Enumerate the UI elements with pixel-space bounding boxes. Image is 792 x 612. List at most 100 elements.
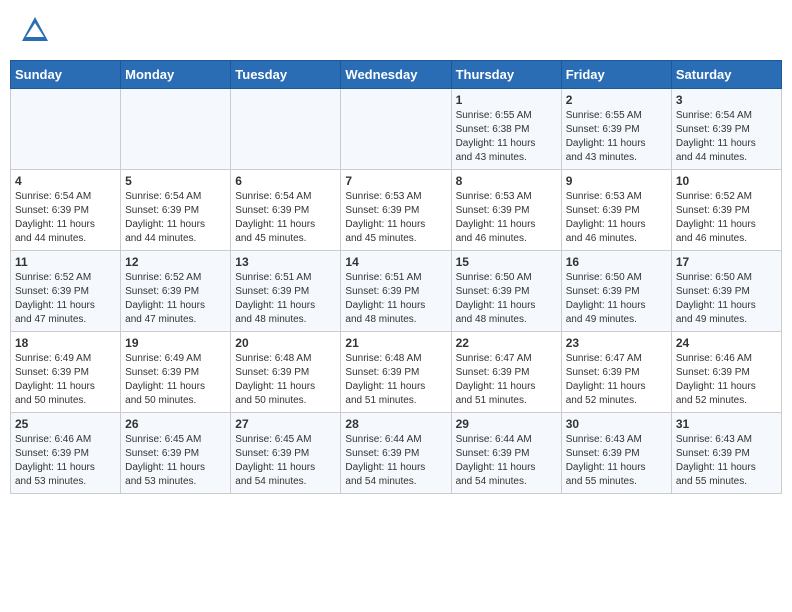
day-info: Sunrise: 6:55 AM Sunset: 6:39 PM Dayligh… (566, 110, 646, 163)
calendar-cell: 11 Sunrise: 6:52 AM Sunset: 6:39 PM Dayli… (11, 251, 121, 332)
calendar-cell: 26 Sunrise: 6:45 AM Sunset: 6:39 PM Dayli… (121, 413, 231, 494)
calendar-cell: 5 Sunrise: 6:54 AM Sunset: 6:39 PM Daylig… (121, 170, 231, 251)
calendar-cell: 13 Sunrise: 6:51 AM Sunset: 6:39 PM Dayli… (231, 251, 341, 332)
page-header (10, 10, 782, 50)
calendar-week-row: 18 Sunrise: 6:49 AM Sunset: 6:39 PM Dayli… (11, 332, 782, 413)
day-info: Sunrise: 6:55 AM Sunset: 6:38 PM Dayligh… (456, 110, 536, 163)
day-number: 29 (456, 417, 557, 431)
calendar-cell: 31 Sunrise: 6:43 AM Sunset: 6:39 PM Dayli… (671, 413, 781, 494)
calendar-cell: 27 Sunrise: 6:45 AM Sunset: 6:39 PM Dayli… (231, 413, 341, 494)
weekday-header-thursday: Thursday (451, 61, 561, 89)
calendar-cell: 7Sunrise: 6:53 AM Sunset: 6:39 PM Daylig… (341, 170, 451, 251)
day-number: 10 (676, 174, 777, 188)
day-info: Sunrise: 6:47 AM Sunset: 6:39 PM Dayligh… (566, 353, 646, 406)
day-number: 13 (235, 255, 336, 269)
weekday-header-sunday: Sunday (11, 61, 121, 89)
day-number: 30 (566, 417, 667, 431)
day-number: 15 (456, 255, 557, 269)
day-info: Sunrise: 6:46 AM Sunset: 6:39 PM Dayligh… (15, 434, 95, 487)
calendar-cell: 21 Sunrise: 6:48 AM Sunset: 6:39 PM Dayli… (341, 332, 451, 413)
weekday-header-friday: Friday (561, 61, 671, 89)
day-info: Sunrise: 6:50 AM Sunset: 6:39 PM Dayligh… (456, 272, 536, 325)
day-number: 4 (15, 174, 116, 188)
day-number: 20 (235, 336, 336, 350)
day-info: Sunrise: 6:53 AM Sunset: 6:39 PM Dayligh… (345, 191, 425, 244)
day-info: Sunrise: 6:51 AM Sunset: 6:39 PM Dayligh… (345, 272, 425, 325)
calendar-cell: 20 Sunrise: 6:48 AM Sunset: 6:39 PM Dayli… (231, 332, 341, 413)
calendar-cell: 18 Sunrise: 6:49 AM Sunset: 6:39 PM Dayli… (11, 332, 121, 413)
calendar-cell: 30Sunrise: 6:43 AM Sunset: 6:39 PM Dayli… (561, 413, 671, 494)
calendar-cell: 14 Sunrise: 6:51 AM Sunset: 6:39 PM Dayli… (341, 251, 451, 332)
day-number: 31 (676, 417, 777, 431)
day-info: Sunrise: 6:48 AM Sunset: 6:39 PM Dayligh… (345, 353, 425, 406)
day-info: Sunrise: 6:52 AM Sunset: 6:39 PM Dayligh… (15, 272, 95, 325)
day-info: Sunrise: 6:51 AM Sunset: 6:39 PM Dayligh… (235, 272, 315, 325)
calendar-cell (121, 89, 231, 170)
day-number: 6 (235, 174, 336, 188)
calendar-cell: 28 Sunrise: 6:44 AM Sunset: 6:39 PM Dayli… (341, 413, 451, 494)
calendar-week-row: 25 Sunrise: 6:46 AM Sunset: 6:39 PM Dayli… (11, 413, 782, 494)
day-info: Sunrise: 6:50 AM Sunset: 6:39 PM Dayligh… (676, 272, 756, 325)
day-number: 2 (566, 93, 667, 107)
weekday-header-wednesday: Wednesday (341, 61, 451, 89)
day-info: Sunrise: 6:50 AM Sunset: 6:39 PM Dayligh… (566, 272, 646, 325)
calendar-table: SundayMondayTuesdayWednesdayThursdayFrid… (10, 60, 782, 494)
day-info: Sunrise: 6:49 AM Sunset: 6:39 PM Dayligh… (15, 353, 95, 406)
day-info: Sunrise: 6:47 AM Sunset: 6:39 PM Dayligh… (456, 353, 536, 406)
day-info: Sunrise: 6:54 AM Sunset: 6:39 PM Dayligh… (15, 191, 95, 244)
day-info: Sunrise: 6:48 AM Sunset: 6:39 PM Dayligh… (235, 353, 315, 406)
calendar-cell: 3 Sunrise: 6:54 AM Sunset: 6:39 PM Daylig… (671, 89, 781, 170)
calendar-cell: 1 Sunrise: 6:55 AM Sunset: 6:38 PM Daylig… (451, 89, 561, 170)
calendar-cell (231, 89, 341, 170)
day-info: Sunrise: 6:44 AM Sunset: 6:39 PM Dayligh… (456, 434, 536, 487)
day-number: 17 (676, 255, 777, 269)
day-info: Sunrise: 6:52 AM Sunset: 6:39 PM Dayligh… (676, 191, 756, 244)
day-info: Sunrise: 6:46 AM Sunset: 6:39 PM Dayligh… (676, 353, 756, 406)
day-info: Sunrise: 6:53 AM Sunset: 6:39 PM Dayligh… (456, 191, 536, 244)
calendar-cell: 19Sunrise: 6:49 AM Sunset: 6:39 PM Dayli… (121, 332, 231, 413)
calendar-cell (341, 89, 451, 170)
calendar-week-row: 4 Sunrise: 6:54 AM Sunset: 6:39 PM Daylig… (11, 170, 782, 251)
day-number: 3 (676, 93, 777, 107)
day-number: 26 (125, 417, 226, 431)
calendar-cell: 10 Sunrise: 6:52 AM Sunset: 6:39 PM Dayli… (671, 170, 781, 251)
day-info: Sunrise: 6:52 AM Sunset: 6:39 PM Dayligh… (125, 272, 205, 325)
day-info: Sunrise: 6:54 AM Sunset: 6:39 PM Dayligh… (125, 191, 205, 244)
day-number: 18 (15, 336, 116, 350)
weekday-header-tuesday: Tuesday (231, 61, 341, 89)
calendar-cell: 23Sunrise: 6:47 AM Sunset: 6:39 PM Dayli… (561, 332, 671, 413)
calendar-cell: 4 Sunrise: 6:54 AM Sunset: 6:39 PM Daylig… (11, 170, 121, 251)
calendar-cell: 24 Sunrise: 6:46 AM Sunset: 6:39 PM Dayli… (671, 332, 781, 413)
day-info: Sunrise: 6:44 AM Sunset: 6:39 PM Dayligh… (345, 434, 425, 487)
calendar-cell: 29 Sunrise: 6:44 AM Sunset: 6:39 PM Dayli… (451, 413, 561, 494)
calendar-cell: 17 Sunrise: 6:50 AM Sunset: 6:39 PM Dayli… (671, 251, 781, 332)
day-number: 1 (456, 93, 557, 107)
day-number: 16 (566, 255, 667, 269)
logo-icon (20, 15, 50, 45)
calendar-cell: 15 Sunrise: 6:50 AM Sunset: 6:39 PM Dayli… (451, 251, 561, 332)
day-number: 27 (235, 417, 336, 431)
calendar-week-row: 11 Sunrise: 6:52 AM Sunset: 6:39 PM Dayli… (11, 251, 782, 332)
day-number: 9 (566, 174, 667, 188)
day-info: Sunrise: 6:54 AM Sunset: 6:39 PM Dayligh… (676, 110, 756, 163)
day-number: 8 (456, 174, 557, 188)
calendar-cell: 2 Sunrise: 6:55 AM Sunset: 6:39 PM Daylig… (561, 89, 671, 170)
day-info: Sunrise: 6:45 AM Sunset: 6:39 PM Dayligh… (235, 434, 315, 487)
day-number: 11 (15, 255, 116, 269)
calendar-cell: 25 Sunrise: 6:46 AM Sunset: 6:39 PM Dayli… (11, 413, 121, 494)
calendar-cell: 22Sunrise: 6:47 AM Sunset: 6:39 PM Dayli… (451, 332, 561, 413)
calendar-week-row: 1 Sunrise: 6:55 AM Sunset: 6:38 PM Daylig… (11, 89, 782, 170)
weekday-header-saturday: Saturday (671, 61, 781, 89)
day-number: 25 (15, 417, 116, 431)
day-number: 21 (345, 336, 446, 350)
day-number: 12 (125, 255, 226, 269)
day-number: 14 (345, 255, 446, 269)
day-number: 28 (345, 417, 446, 431)
day-info: Sunrise: 6:45 AM Sunset: 6:39 PM Dayligh… (125, 434, 205, 487)
day-number: 24 (676, 336, 777, 350)
day-number: 5 (125, 174, 226, 188)
calendar-cell: 8 Sunrise: 6:53 AM Sunset: 6:39 PM Daylig… (451, 170, 561, 251)
day-info: Sunrise: 6:43 AM Sunset: 6:39 PM Dayligh… (676, 434, 756, 487)
calendar-cell: 16 Sunrise: 6:50 AM Sunset: 6:39 PM Dayli… (561, 251, 671, 332)
calendar-cell (11, 89, 121, 170)
